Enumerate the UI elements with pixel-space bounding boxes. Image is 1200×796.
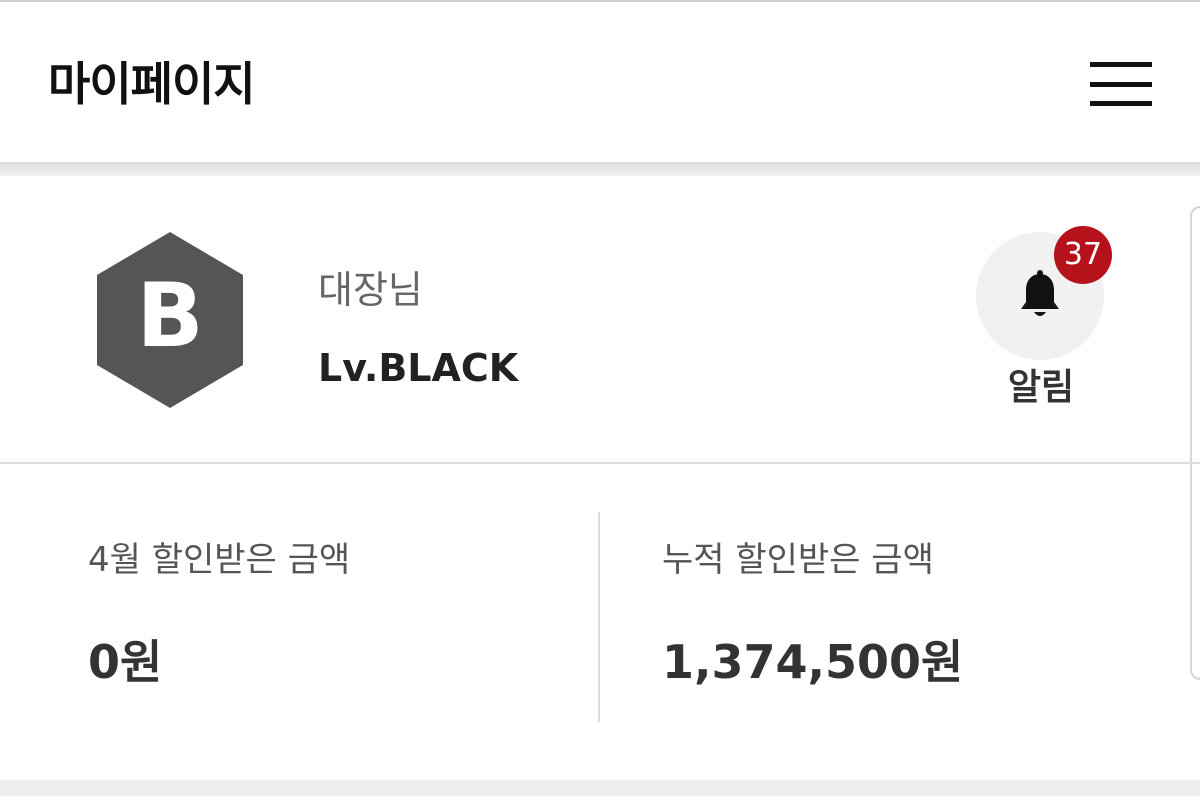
notification-button[interactable]: 37 알림: [966, 226, 1116, 416]
monthly-discount-value: 0원: [88, 635, 163, 689]
notification-count-badge: 37: [1054, 226, 1112, 284]
app-header: 마이페이지: [0, 2, 1200, 162]
bell-icon: [1021, 270, 1059, 316]
grade-badge: B: [94, 230, 246, 410]
total-discount-label: 누적 할인받은 금액: [662, 540, 934, 580]
my-page-screen: 마이페이지 B 대장님 Lv.BLACK 37 알림 4월 할인받은 금액 0원…: [0, 0, 1200, 796]
page-title: 마이페이지: [48, 57, 256, 111]
section-divider: [0, 462, 1200, 464]
footer-strip: [0, 780, 1200, 796]
user-name: 대장님: [318, 268, 423, 312]
menu-button[interactable]: [1082, 54, 1162, 118]
header-shadow: [0, 162, 1200, 176]
total-discount-value: 1,374,500원: [662, 635, 964, 689]
monthly-discount-label: 4월 할인받은 금액: [88, 540, 351, 580]
hamburger-menu-icon: [1090, 62, 1152, 106]
profile-card: B 대장님 Lv.BLACK 37 알림 4월 할인받은 금액 0원 누적 할인…: [0, 176, 1200, 780]
badge-letter: B: [136, 264, 203, 367]
user-level: Lv.BLACK: [318, 346, 519, 390]
stats-divider: [598, 512, 600, 722]
next-card-edge: [1190, 206, 1200, 680]
notification-label: 알림: [1007, 367, 1075, 408]
